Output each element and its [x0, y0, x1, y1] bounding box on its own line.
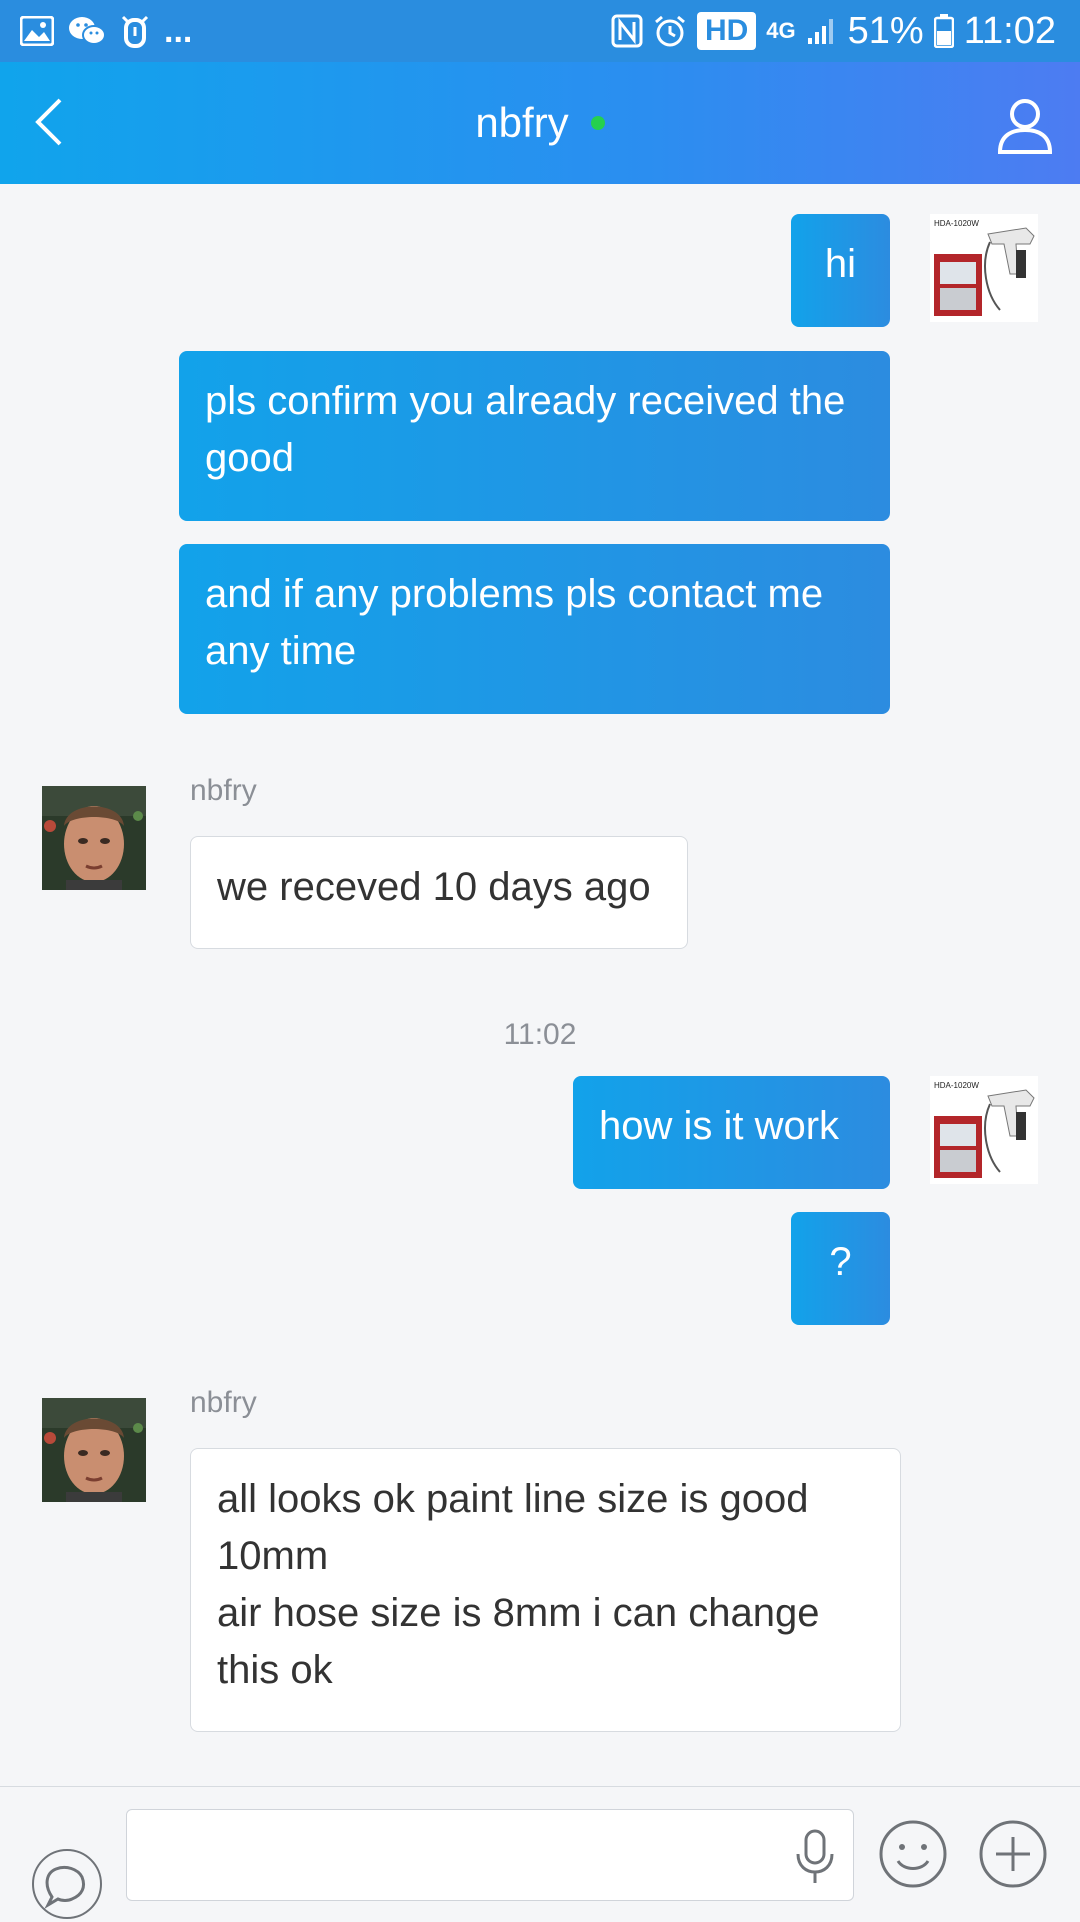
microphone-icon [796, 1829, 834, 1883]
profile-button[interactable] [992, 92, 1058, 158]
contact-avatar[interactable] [42, 1398, 146, 1502]
message-text: and if any problems pls contact me any t… [205, 572, 824, 673]
status-left: ... [20, 0, 192, 62]
contact-avatar[interactable] [42, 786, 146, 890]
online-status-dot [590, 116, 605, 130]
signal-icon [806, 16, 838, 46]
chat-bubble-icon [44, 1865, 86, 1909]
battery-percent: 51% [847, 9, 924, 52]
message-line: all looks ok paint line size is good [217, 1477, 809, 1521]
chat-bubble-button[interactable] [32, 1849, 102, 1919]
message-input[interactable] [126, 1809, 854, 1901]
outgoing-message[interactable]: how is it work [573, 1076, 890, 1189]
sender-name: nbfry [190, 774, 257, 807]
outgoing-message[interactable]: and if any problems pls contact me any t… [179, 544, 890, 714]
message-text: how is it work [599, 1104, 840, 1148]
contact-photo-icon [42, 786, 146, 890]
contact-name: nbfry [475, 99, 569, 146]
outgoing-message[interactable]: pls confirm you already received the goo… [179, 351, 890, 521]
microphone-button[interactable] [793, 1828, 837, 1886]
avatar-label: HDA-1020W [934, 219, 979, 228]
sender-name: nbfry [190, 1386, 257, 1419]
nfc-icon [611, 14, 643, 48]
contact-photo-icon [42, 1398, 146, 1502]
outgoing-message[interactable]: ? [791, 1212, 890, 1325]
my-avatar[interactable]: HDA-1020W [930, 214, 1038, 322]
user-icon [997, 99, 1053, 154]
battery-icon [933, 14, 954, 48]
message-text: ? [829, 1240, 852, 1284]
chat-header: nbfry [0, 62, 1080, 184]
chat-title: nbfry [0, 62, 1080, 184]
status-bar: ... HD 4G 51% 11:02 [0, 0, 1080, 62]
emoji-icon [879, 1820, 947, 1888]
add-attachment-button[interactable] [978, 1819, 1048, 1889]
hd-badge: HD [696, 12, 757, 50]
time-divider: 11:02 [503, 1018, 577, 1051]
my-avatar[interactable]: HDA-1020W [930, 1076, 1038, 1184]
gallery-icon [20, 16, 54, 46]
outgoing-message[interactable]: hi [791, 214, 890, 327]
message-line: this ok [217, 1648, 333, 1692]
product-thumbnail-icon: HDA-1020W [930, 1076, 1038, 1184]
vibrate-icon [120, 14, 150, 48]
message-line: 10mm [217, 1534, 329, 1578]
alarm-icon [653, 14, 687, 48]
incoming-message[interactable]: all looks ok paint line size is good 10m… [190, 1448, 901, 1732]
message-line: air hose size is 8mm i can change [217, 1591, 820, 1635]
wechat-icon [68, 15, 106, 47]
product-thumbnail-icon: HDA-1020W [930, 214, 1038, 322]
status-right: HD 4G 51% 11:02 [611, 0, 1056, 62]
message-text: we receved 10 days ago [217, 865, 651, 909]
message-text: hi [824, 242, 857, 286]
avatar-label: HDA-1020W [934, 1081, 979, 1090]
input-bar [0, 1786, 1080, 1921]
incoming-message[interactable]: we receved 10 days ago [190, 836, 688, 949]
status-more: ... [164, 11, 193, 50]
message-list[interactable]: HDA-1020W hi pls confirm you already rec… [0, 184, 1080, 1786]
plus-icon [979, 1820, 1047, 1888]
message-text: pls confirm you already received the goo… [205, 379, 846, 480]
clock-time: 11:02 [963, 9, 1056, 52]
network-type: 4G [766, 18, 796, 43]
emoji-button[interactable] [878, 1819, 948, 1889]
